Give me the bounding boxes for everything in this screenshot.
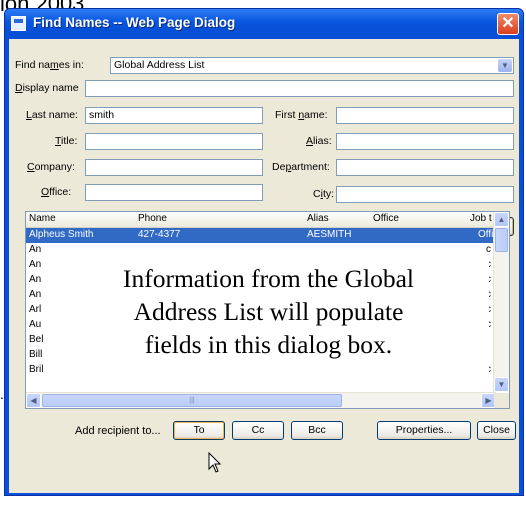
callout-line-3: fields in this dialog box. — [144, 330, 393, 359]
display-name-field[interactable] — [85, 80, 514, 97]
close-button[interactable]: Close — [477, 421, 516, 440]
horizontal-scrollbar[interactable]: ◀ ||| ▶ — [26, 392, 496, 408]
chevron-down-icon[interactable]: ▼ — [498, 59, 512, 72]
first-name-label: First name: — [275, 109, 328, 121]
row-job: c — [486, 244, 491, 255]
find-names-in-label: Find names in: — [15, 59, 84, 71]
scroll-down-icon[interactable]: ▼ — [494, 377, 509, 392]
row-name: Bel — [29, 334, 44, 345]
horizontal-scroll-thumb[interactable]: ||| — [42, 394, 342, 407]
row-name: An — [29, 244, 42, 255]
list-header: Name Phone Alias Office Job t — [26, 212, 509, 228]
scroll-up-icon[interactable]: ▲ — [494, 212, 509, 227]
mouse-pointer-icon — [208, 452, 222, 473]
vertical-scroll-thumb[interactable] — [495, 228, 508, 252]
alias-field[interactable] — [336, 133, 514, 150]
scroll-left-icon[interactable]: ◀ — [26, 393, 41, 408]
city-field[interactable] — [336, 186, 514, 203]
address-book-select[interactable]: Global Address List ▼ — [110, 57, 514, 74]
column-header-name[interactable]: Name — [29, 213, 56, 224]
display-name-label: Display name — [15, 82, 79, 94]
row-name: An — [29, 259, 42, 270]
row-name: An — [29, 274, 42, 285]
cc-button[interactable]: Cc — [232, 421, 284, 440]
callout-line-1: Information from the Global — [122, 264, 415, 293]
company-field[interactable] — [85, 159, 263, 176]
title-bar: Find Names -- Web Page Dialog ✕ — [5, 9, 523, 39]
row-name: Arl — [29, 304, 42, 315]
to-button[interactable]: To — [173, 421, 225, 440]
row-phone: 427-4377 — [138, 229, 181, 240]
title-label: Title: — [55, 135, 78, 147]
scrollbar-corner — [494, 393, 509, 408]
department-label: Department: — [272, 161, 330, 173]
last-name-field[interactable]: smith — [85, 107, 263, 124]
close-icon[interactable]: ✕ — [497, 13, 519, 35]
row-name: Bill — [29, 349, 43, 360]
row-alias: AESMITH — [307, 229, 352, 240]
column-header-alias[interactable]: Alias — [307, 213, 329, 224]
row-name: Bril — [29, 364, 44, 375]
row-job: Offi — [478, 229, 494, 240]
title-field[interactable] — [85, 133, 263, 150]
properties-button[interactable]: Properties... — [377, 421, 471, 440]
last-name-label: Last name: — [26, 109, 78, 121]
column-header-office[interactable]: Office — [373, 213, 399, 224]
bcc-button[interactable]: Bcc — [291, 421, 343, 440]
alias-label: Alias: — [306, 135, 332, 147]
column-header-phone[interactable]: Phone — [138, 213, 167, 224]
row-name: Alpheus Smith — [29, 229, 94, 240]
column-header-job-title[interactable]: Job t — [470, 213, 492, 224]
find-names-dialog: Find Names -- Web Page Dialog ✕ Find nam… — [4, 8, 524, 496]
add-recipient-label: Add recipient to... — [75, 425, 161, 437]
city-label: City: — [313, 188, 335, 200]
first-name-field[interactable] — [336, 107, 514, 124]
info-callout: Information from the Global Address List… — [48, 256, 489, 387]
office-field[interactable] — [85, 184, 263, 201]
row-name: An — [29, 289, 42, 300]
row-name: Au — [29, 319, 42, 330]
callout-line-2: Address List will populate — [133, 297, 404, 326]
department-field[interactable] — [336, 159, 514, 176]
vertical-scrollbar[interactable]: ▲ ▼ — [493, 212, 509, 392]
address-book-value: Global Address List — [114, 59, 205, 71]
company-label: Company: — [27, 161, 75, 173]
office-label: Office: — [41, 186, 72, 198]
table-row[interactable]: Alpheus Smith 427-4377 AESMITH Offi — [26, 228, 496, 243]
web-page-icon — [11, 16, 26, 31]
dialog-title: Find Names -- Web Page Dialog — [33, 15, 236, 30]
